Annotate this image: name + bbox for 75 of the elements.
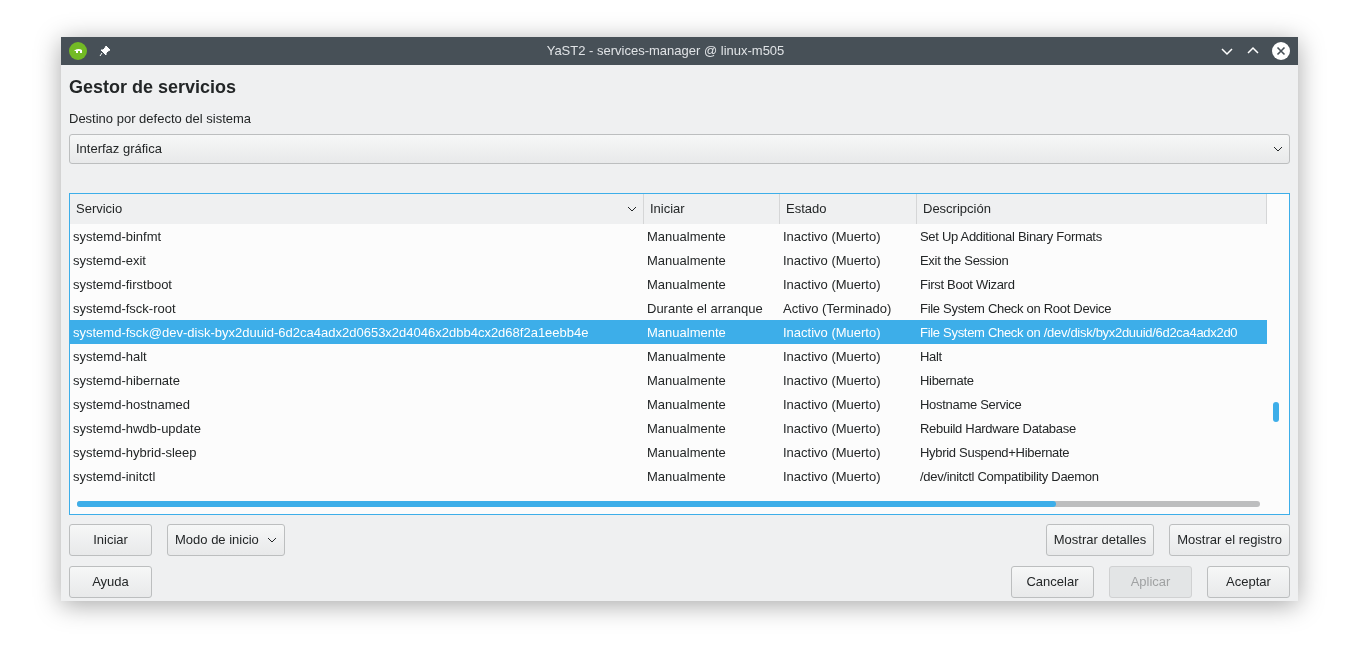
start-mode-menu-button[interactable]: Modo de inicio xyxy=(167,523,285,556)
table-cell: Activo (Terminado) xyxy=(783,300,892,316)
table-cell: Hibernate xyxy=(920,372,974,388)
table-cell: systemd-hybrid-sleep xyxy=(73,444,197,460)
table-cell: Rebuild Hardware Database xyxy=(920,420,1076,436)
table-row[interactable]: systemd-exit Manualmente Inactivo (Muerto) Exit the Session xyxy=(70,247,1267,272)
table-cell: Manualmente xyxy=(647,228,726,244)
table-cell: Inactivo (Muerto) xyxy=(783,228,881,244)
column-header[interactable]: Iniciar xyxy=(644,193,780,224)
table-cell: systemd-fsck-root xyxy=(73,300,176,316)
table-row[interactable]: systemd-initctl Manualmente Inactivo (Muerto) /dev/initctl Compatibility Daemon xyxy=(70,463,1267,488)
column-header[interactable]: Estado xyxy=(780,193,917,224)
table-cell: systemd-hostnamed xyxy=(73,396,191,412)
start-button[interactable]: Iniciar xyxy=(69,523,152,556)
table-cell: Manualmente xyxy=(647,468,726,484)
chevron-down-icon xyxy=(266,536,277,543)
table-cell: Inactivo (Muerto) xyxy=(783,468,881,484)
vertical-scrollbar-thumb[interactable] xyxy=(1273,401,1279,422)
table-cell: Inactivo (Muerto) xyxy=(783,348,881,364)
table-row[interactable]: systemd-hwdb-update Manualmente Inactivo (Muerto) Rebuild Hardware Database xyxy=(70,415,1267,440)
help-button[interactable]: Ayuda xyxy=(69,565,152,598)
table-cell: systemd-fsck@dev-disk-byx2duuid-6d2ca4adx2d0653x2d4046x2dbb4cx2d68f2a1eebb4e xyxy=(73,324,589,340)
table-row[interactable]: systemd-firstboot Manualmente Inactivo (Muerto) First Boot Wizard xyxy=(70,271,1267,296)
action-button[interactable]: Mostrar el registro xyxy=(1169,523,1290,556)
table-cell: Manualmente xyxy=(647,348,726,364)
table-row[interactable]: systemd-fsck-root Durante el arranque Activo (Terminado) File System Check on Root Device xyxy=(70,295,1267,320)
table-cell: systemd-halt xyxy=(73,348,147,364)
table-cell: Inactivo (Muerto) xyxy=(783,420,881,436)
table-cell: systemd-hibernate xyxy=(73,372,180,388)
table-cell: systemd-initctl xyxy=(73,468,156,484)
field-label: Destino por defecto del sistema xyxy=(69,110,253,128)
pin-icon[interactable] xyxy=(99,45,111,57)
window-title: YaST2 - services-manager @ linux-m505 xyxy=(546,42,785,61)
page-heading: Gestor de servicios xyxy=(69,76,238,99)
table-cell: File System Check on Root Device xyxy=(920,300,1112,316)
table-row[interactable]: systemd-hybrid-sleep Manualmente Inactivo (Muerto) Hybrid Suspend+Hibernate xyxy=(70,439,1267,464)
table-cell: Inactivo (Muerto) xyxy=(783,444,881,460)
column-header[interactable]: Servicio xyxy=(70,193,644,224)
horizontal-scrollbar[interactable] xyxy=(77,500,1260,507)
table-row[interactable]: systemd-hibernate Manualmente Inactivo (Muerto) Hibernate xyxy=(70,367,1267,392)
table-cell: Set Up Additional Binary Formats xyxy=(920,228,1102,244)
table-row[interactable]: systemd-hostnamed Manualmente Inactivo (Muerto) Hostname Service xyxy=(70,391,1267,416)
table-cell: /dev/initctl Compatibility Daemon xyxy=(920,468,1099,484)
table-cell: Inactivo (Muerto) xyxy=(783,372,881,388)
table-cell: Halt xyxy=(920,348,942,364)
table-cell: Exit the Session xyxy=(920,252,1009,268)
table-row[interactable]: systemd-halt Manualmente Inactivo (Muerto) Halt xyxy=(70,343,1267,368)
table-cell: Manualmente xyxy=(647,276,726,292)
table-cell: Manualmente xyxy=(647,444,726,460)
table-cell: Hostname Service xyxy=(920,396,1022,412)
table-cell: systemd-exit xyxy=(73,252,146,268)
table-cell: First Boot Wizard xyxy=(920,276,1015,292)
table-cell: Inactivo (Muerto) xyxy=(783,396,881,412)
dialog-button[interactable]: Aceptar xyxy=(1207,565,1290,598)
table-cell: Manualmente xyxy=(647,372,726,388)
table-cell: Manualmente xyxy=(647,324,726,340)
action-button[interactable]: Mostrar detalles xyxy=(1045,523,1155,556)
table-cell: systemd-binfmt xyxy=(73,228,162,244)
table-cell: Inactivo (Muerto) xyxy=(783,252,881,268)
table-cell: File System Check on /dev/disk/byx2duuid/6d2ca4adx2d0 xyxy=(920,324,1238,340)
table-cell: Durante el arranque xyxy=(647,300,763,316)
table-row[interactable]: systemd-binfmt Manualmente Inactivo (Muerto) Set Up Additional Binary Formats xyxy=(70,223,1267,248)
table-cell: Inactivo (Muerto) xyxy=(783,276,881,292)
table-cell: systemd-firstboot xyxy=(73,276,172,292)
table-cell: Hybrid Suspend+Hibernate xyxy=(920,444,1070,460)
table-cell: Inactivo (Muerto) xyxy=(783,324,881,340)
table-cell: Manualmente xyxy=(647,252,726,268)
dialog-button[interactable]: Cancelar xyxy=(1011,565,1094,598)
table-cell: Manualmente xyxy=(647,420,726,436)
chevron-down-icon xyxy=(1273,145,1283,152)
close-icon[interactable] xyxy=(1272,42,1290,60)
table-cell: systemd-hwdb-update xyxy=(73,420,201,436)
table-cell: Manualmente xyxy=(647,396,726,412)
column-header[interactable]: Descripción xyxy=(917,193,1267,224)
target-dropdown[interactable]: Interfaz gráfica xyxy=(69,133,1290,164)
